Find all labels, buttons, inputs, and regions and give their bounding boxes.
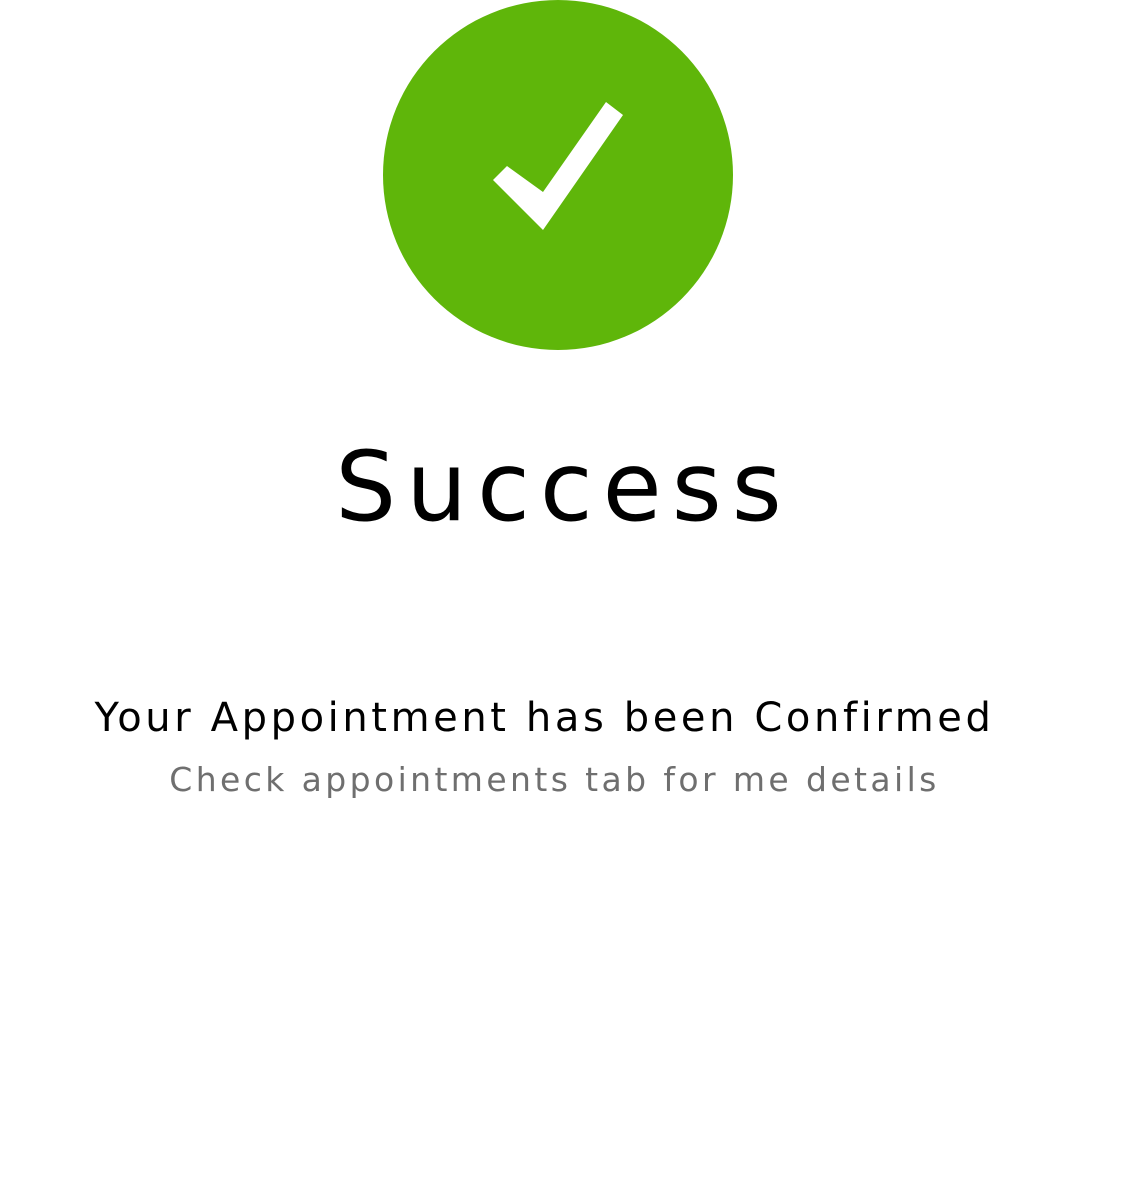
success-screen: Success Your Appointment has been Confir… bbox=[0, 0, 1121, 1189]
success-badge bbox=[383, 0, 733, 350]
page-title: Success bbox=[335, 431, 792, 543]
confirmation-heading: Your Appointment has been Confirmed bbox=[94, 695, 995, 741]
confirmation-subtext: Check appointments tab for me details bbox=[169, 760, 940, 799]
checkmark-icon bbox=[493, 102, 623, 230]
